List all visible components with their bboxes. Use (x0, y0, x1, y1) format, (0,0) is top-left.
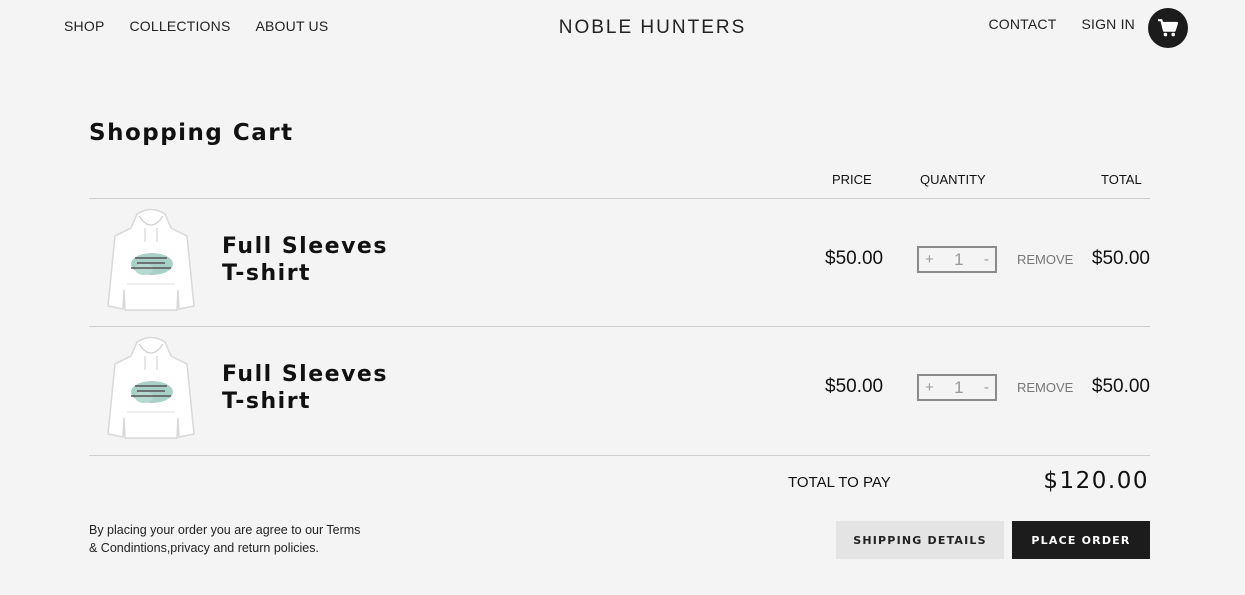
quantity-value[interactable]: 1 (954, 378, 963, 398)
item-price: $50.00 (825, 248, 884, 269)
increase-quantity-button[interactable]: + (925, 251, 934, 268)
quantity-value[interactable]: 1 (954, 250, 963, 270)
decrease-quantity-button[interactable]: - (984, 251, 989, 268)
item-price: $50.00 (825, 376, 884, 397)
cart-item: Full Sleeves T-shirt $50.00 + 1 - REMOVE… (89, 326, 1150, 454)
divider (89, 455, 1150, 456)
terms-line: & Condintions,privacy and return policie… (89, 541, 319, 555)
terms-line: By placing your order you are agree to o… (89, 523, 361, 537)
product-name[interactable]: Full Sleeves T-shirt (222, 233, 422, 287)
shipping-details-button[interactable]: SHIPPING DETAILS (836, 521, 1004, 559)
quantity-stepper: + 1 - (917, 374, 997, 401)
column-header-price: PRICE (832, 172, 872, 187)
page-title: Shopping Cart (89, 120, 294, 146)
item-total: $50.00 (1091, 248, 1150, 269)
place-order-button[interactable]: PLACE ORDER (1012, 521, 1150, 559)
product-name-line: Full Sleeves (222, 362, 388, 387)
product-name[interactable]: Full Sleeves T-shirt (222, 361, 422, 415)
product-image (107, 336, 195, 439)
total-value: $120.00 (1043, 468, 1149, 494)
cart-item: Full Sleeves T-shirt $50.00 + 1 - REMOVE… (89, 198, 1150, 326)
decrease-quantity-button[interactable]: - (984, 379, 989, 396)
product-name-line: T-shirt (222, 261, 312, 286)
terms-notice: By placing your order you are agree to o… (89, 521, 379, 557)
cart-button[interactable] (1148, 8, 1188, 48)
total-label: TOTAL TO PAY (788, 474, 891, 491)
product-name-line: Full Sleeves (222, 234, 388, 259)
increase-quantity-button[interactable]: + (925, 379, 934, 396)
account-nav: CONTACT SIGN IN (988, 16, 1135, 32)
quantity-stepper: + 1 - (917, 246, 997, 273)
remove-item-button[interactable]: REMOVE (1017, 252, 1073, 267)
product-name-line: T-shirt (222, 389, 312, 414)
remove-item-button[interactable]: REMOVE (1017, 380, 1073, 395)
shopping-cart-icon (1158, 19, 1178, 37)
item-total: $50.00 (1091, 376, 1150, 397)
nav-sign-in[interactable]: SIGN IN (1081, 16, 1135, 32)
product-image (107, 208, 195, 311)
nav-contact[interactable]: CONTACT (988, 16, 1056, 32)
column-header-quantity: QUANTITY (920, 172, 986, 187)
column-header-total: TOTAL (1101, 172, 1142, 187)
